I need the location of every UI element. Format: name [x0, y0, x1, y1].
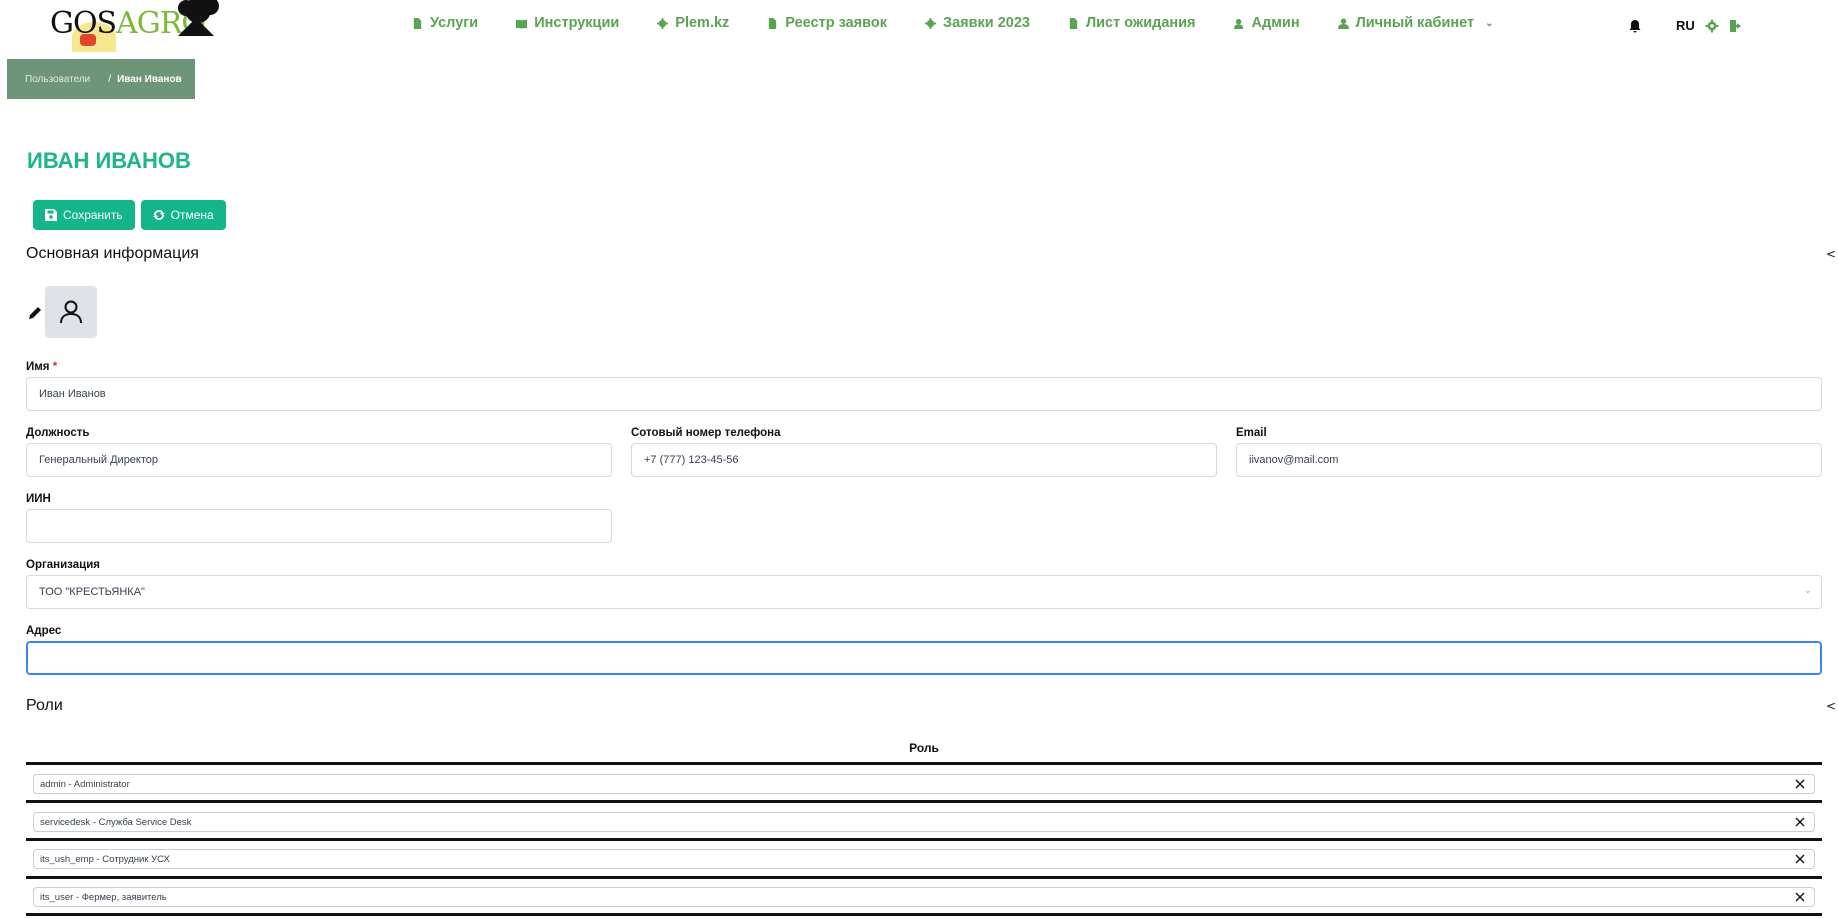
header-tools: RU	[1628, 18, 1743, 33]
close-icon[interactable]	[1794, 778, 1806, 790]
role-divider	[26, 762, 1822, 765]
role-divider	[26, 913, 1822, 916]
cancel-button[interactable]: Отмена	[140, 200, 226, 230]
close-icon[interactable]	[1794, 853, 1806, 865]
chevron-down-icon: ⌄	[1485, 17, 1494, 29]
close-icon[interactable]	[1794, 891, 1806, 903]
email-label: Email	[1236, 427, 1267, 439]
save-button[interactable]: Сохранить	[33, 200, 135, 230]
pencil-icon[interactable]	[27, 305, 43, 321]
nav-item-requests-2023[interactable]: Заявки 2023	[924, 15, 1030, 31]
book-icon	[516, 19, 528, 29]
logout-icon	[1729, 19, 1741, 32]
nav-item-admin[interactable]: Админ	[1233, 15, 1300, 31]
refresh-icon	[152, 209, 165, 221]
document-icon	[413, 17, 422, 29]
main-nav: Услуги Инструкции Plem.kz Реестр заявок …	[412, 15, 1494, 31]
breadcrumb-separator: /	[108, 73, 112, 85]
theme-toggle-button[interactable]	[1652, 19, 1666, 33]
nav-item-instructions[interactable]: Инструкции	[516, 15, 619, 31]
user-icon	[60, 300, 82, 324]
phone-label: Сотовый номер телефона	[631, 427, 781, 439]
bell-icon	[1629, 19, 1641, 32]
iin-input[interactable]	[26, 509, 612, 543]
position-label: Должность	[26, 427, 90, 439]
role-tag-its-ush-emp[interactable]: its_ush_emp - Сотрудник УСХ	[33, 849, 1815, 869]
nav-item-registry[interactable]: Реестр заявок	[767, 15, 887, 31]
nav-item-plem[interactable]: Plem.kz	[657, 15, 729, 31]
role-divider	[26, 800, 1822, 803]
role-tag-servicedesk[interactable]: servicedesk - Служба Service Desk	[33, 812, 1815, 832]
floppy-disk-icon	[45, 209, 57, 221]
position-input[interactable]	[26, 443, 612, 477]
document-icon	[1069, 17, 1078, 29]
language-switcher[interactable]: RU	[1676, 18, 1695, 33]
section-title-main-info: Основная информация	[26, 245, 199, 262]
nav-item-personal-cabinet[interactable]: Личный кабинет ⌄	[1337, 15, 1494, 31]
logo-tree	[178, 0, 219, 36]
email-input[interactable]	[1236, 443, 1822, 477]
collapse-main-info-button[interactable]: <	[1826, 247, 1836, 261]
form-actions: Сохранить Отмена	[33, 200, 226, 230]
close-icon[interactable]	[1794, 816, 1806, 828]
gear-icon	[1705, 19, 1719, 32]
roles-column-header: Роль	[909, 741, 939, 755]
name-input[interactable]	[26, 377, 1822, 411]
required-mark: *	[52, 361, 58, 373]
address-input[interactable]	[26, 641, 1822, 675]
address-label: Адрес	[26, 625, 62, 637]
section-title-roles: Роли	[26, 697, 63, 714]
nav-item-waiting-list[interactable]: Лист ожидания	[1068, 15, 1196, 31]
gosagro-logo[interactable]: GOSAGRO	[50, 0, 220, 58]
chevron-down-icon: ⌄	[1804, 586, 1812, 596]
organization-label: Организация	[26, 559, 100, 571]
avatar[interactable]	[45, 286, 97, 338]
breadcrumb: Пользователи / Иван Иванов	[7, 59, 195, 99]
page-title: ИВАН ИВАНОВ	[27, 148, 191, 173]
role-tag-admin[interactable]: admin - Administrator	[33, 774, 1815, 794]
role-divider	[26, 838, 1822, 841]
moon-icon	[1657, 19, 1663, 32]
notifications-button[interactable]	[1628, 19, 1642, 33]
phone-input[interactable]	[631, 443, 1217, 477]
role-divider	[26, 876, 1822, 879]
top-navigation: GOSAGRO Услуги Инструкции Plem.kz Реестр…	[0, 0, 1838, 52]
collapse-roles-button[interactable]: <	[1826, 699, 1836, 713]
organization-select[interactable]: ТОО "КРЕСТЬЯНКА"	[26, 575, 1822, 609]
settings-button[interactable]	[1705, 19, 1719, 33]
user-gear-icon	[1233, 18, 1243, 29]
role-tag-its-user[interactable]: its_user - Фермер, заявитель	[33, 887, 1815, 907]
logout-button[interactable]	[1729, 19, 1743, 33]
document-icon	[769, 17, 777, 29]
breadcrumb-users-link[interactable]: Пользователи	[25, 74, 90, 85]
breadcrumb-current: Иван Иванов	[117, 73, 182, 85]
iin-label: ИИН	[26, 493, 51, 505]
gear-icon	[657, 17, 669, 29]
gear-icon	[924, 17, 936, 29]
name-label: Имя *	[26, 361, 58, 373]
nav-item-services[interactable]: Услуги	[412, 15, 478, 31]
user-icon	[1337, 17, 1349, 29]
